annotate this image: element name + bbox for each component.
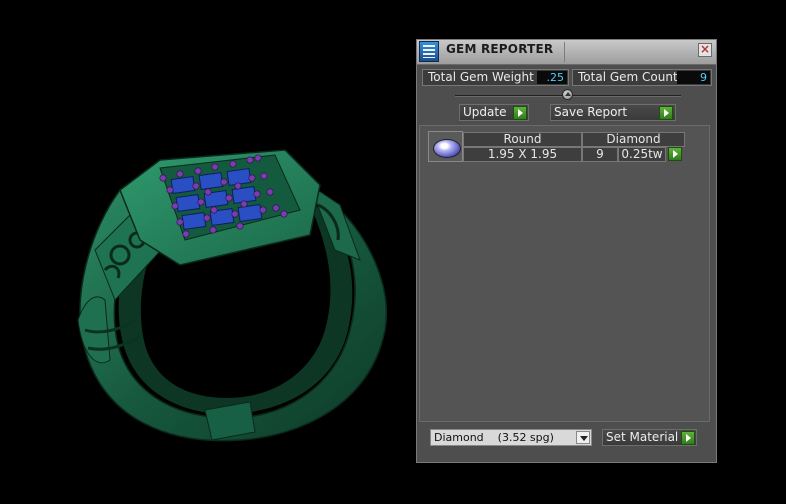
- total-gem-count-value: 9: [677, 71, 710, 84]
- save-report-go-icon[interactable]: [659, 106, 673, 120]
- gem-material: Diamond: [582, 132, 685, 147]
- total-gem-weight-label: Total Gem Weight: [428, 70, 534, 84]
- gem-reporter-panel: GEM REPORTER × Total Gem Weight .25 Tota…: [416, 39, 717, 463]
- update-button-label: Update: [463, 105, 507, 119]
- gem-shape: Round: [463, 132, 582, 147]
- gem-reporter-app-icon: [419, 41, 439, 62]
- chevron-down-icon[interactable]: [576, 431, 590, 444]
- gem-weight: 0.25tw: [618, 147, 666, 162]
- update-button[interactable]: Update: [459, 104, 529, 121]
- round-gem-icon: [428, 131, 463, 162]
- set-material-go-icon[interactable]: [681, 431, 695, 445]
- list-item[interactable]: Round Diamond 1.95 X 1.95 9 0.25tw: [428, 131, 686, 164]
- title-bar[interactable]: GEM REPORTER ×: [417, 40, 716, 65]
- set-material-button[interactable]: Set Material: [602, 429, 697, 446]
- save-report-button-label: Save Report: [554, 105, 628, 119]
- total-gem-weight-value: .25: [537, 71, 567, 84]
- material-dropdown[interactable]: Diamond (3.52 spg): [430, 429, 592, 446]
- gem-count: 9: [582, 147, 618, 162]
- gem-row-go-icon[interactable]: [668, 147, 682, 161]
- title-divider: [564, 42, 565, 62]
- gem-size: 1.95 X 1.95: [463, 147, 582, 162]
- total-gem-weight-box: Total Gem Weight .25: [422, 69, 569, 86]
- close-icon[interactable]: ×: [698, 43, 712, 57]
- window-title: GEM REPORTER: [446, 42, 554, 56]
- total-gem-count-box: Total Gem Count 9: [572, 69, 712, 86]
- gem-list[interactable]: Round Diamond 1.95 X 1.95 9 0.25tw: [419, 125, 710, 422]
- update-go-icon[interactable]: [513, 106, 527, 120]
- total-gem-count-label: Total Gem Count: [578, 70, 678, 84]
- material-dropdown-value: Diamond (3.52 spg): [434, 431, 554, 444]
- set-material-button-label: Set Material: [606, 430, 679, 444]
- slider-thumb[interactable]: [562, 89, 573, 100]
- gem-setting: [170, 167, 263, 231]
- save-report-button[interactable]: Save Report: [550, 104, 676, 121]
